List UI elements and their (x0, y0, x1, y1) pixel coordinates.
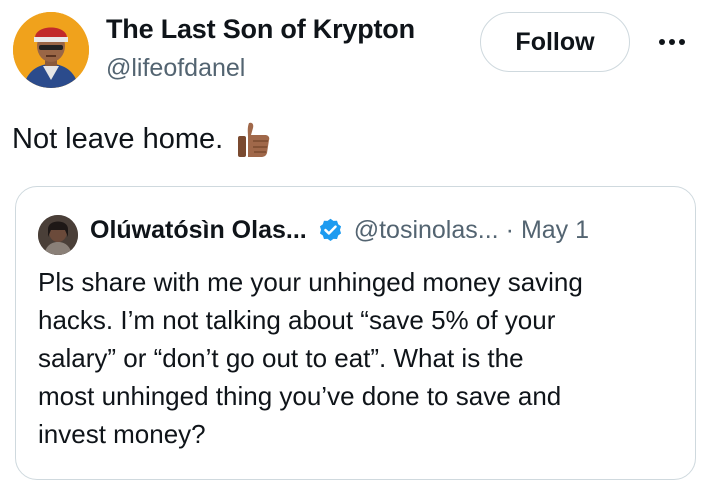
quoted-author-avatar[interactable] (38, 215, 78, 255)
author-name[interactable]: The Last Son of Krypton (106, 14, 415, 45)
quoted-meta: Olúwatósìn Olas... @tosinolas... · May 1 (90, 216, 589, 245)
meta-separator: · (505, 216, 514, 244)
follow-button[interactable]: Follow (480, 12, 630, 72)
quoted-date[interactable]: May 1 (521, 216, 589, 245)
more-horizontal-icon (659, 39, 685, 45)
author-avatar[interactable] (13, 12, 89, 88)
quoted-author-handle[interactable]: @tosinolas... (354, 216, 499, 245)
quoted-tweet[interactable]: Olúwatósìn Olas... @tosinolas... · May 1… (15, 186, 696, 480)
tweet-card: The Last Son of Krypton @lifeofdanel Fol… (0, 0, 710, 499)
quoted-text-line: hacks. I’m not talking about “save 5% of… (38, 305, 556, 335)
more-options-button[interactable] (650, 22, 694, 62)
quoted-author-name[interactable]: Olúwatósìn Olas... (90, 216, 307, 245)
quoted-text-line: most unhinged thing you’ve done to save … (38, 381, 562, 411)
quoted-text-line: invest money? (38, 419, 206, 449)
author-handle[interactable]: @lifeofdanel (106, 54, 245, 83)
verified-badge-icon (319, 218, 341, 241)
quoted-text: Pls share with me your unhinged money sa… (38, 263, 678, 453)
tweet-text-container: Not leave home. (12, 120, 271, 158)
thumbs-up-emoji-icon (238, 122, 270, 157)
quoted-text-line: Pls share with me your unhinged money sa… (38, 267, 583, 297)
quoted-text-line: salary” or “don’t go out to eat”. What i… (38, 343, 524, 373)
profile-photo-icon (38, 215, 78, 255)
tweet-text: Not leave home. (12, 122, 224, 155)
cartoon-avatar-icon (13, 12, 89, 88)
